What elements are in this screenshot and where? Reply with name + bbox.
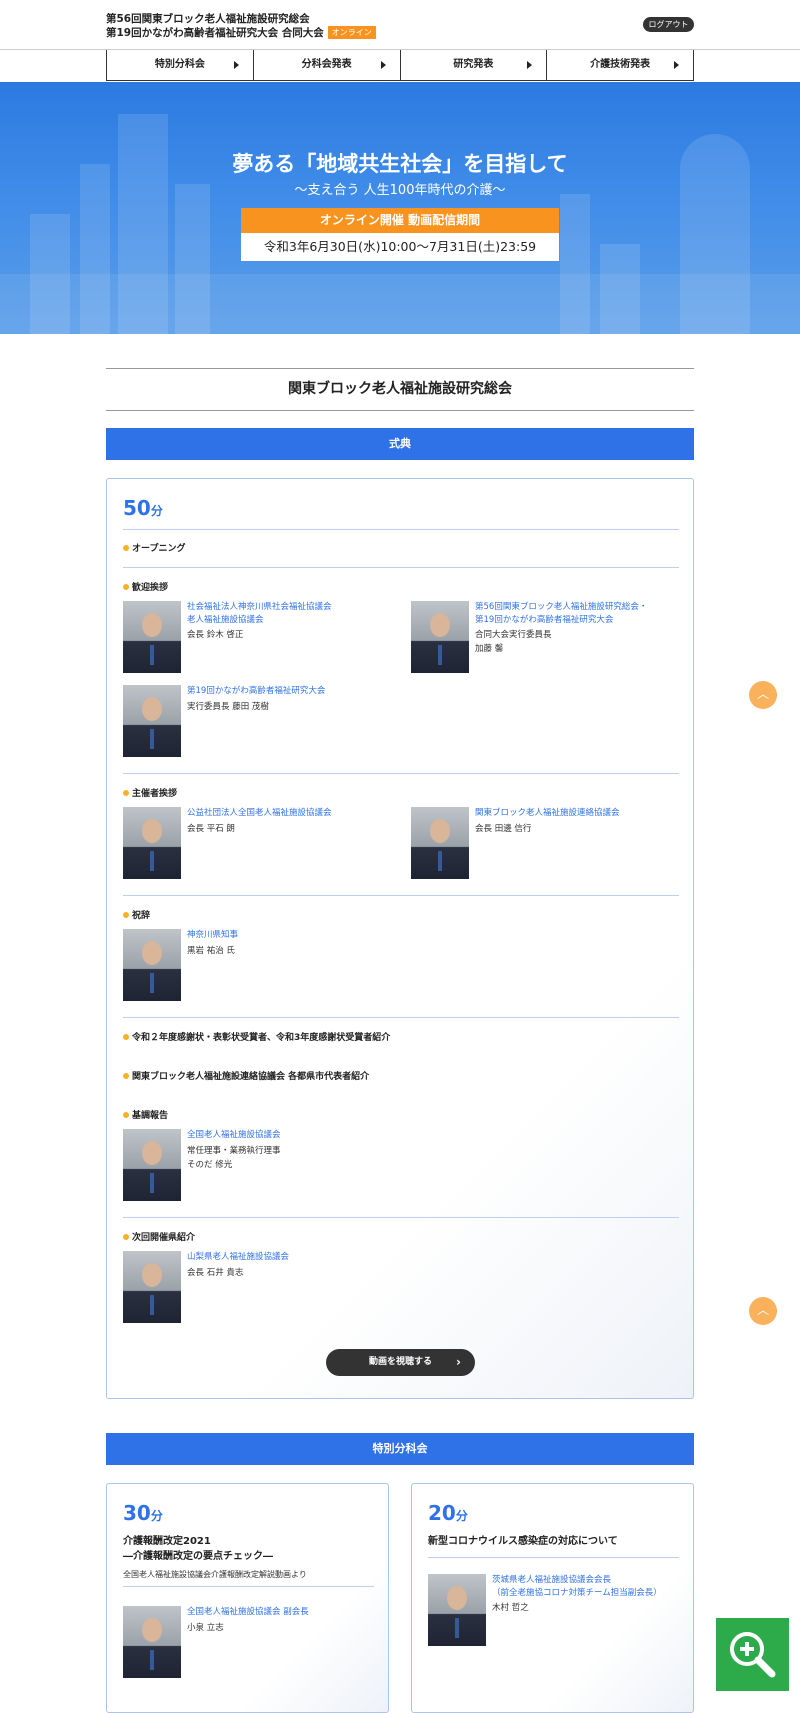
speaker-name: 木村 哲之 [492,1603,529,1613]
chevron-up-icon: ︿ [756,1303,769,1317]
representatives-label: 関東ブロック老人福祉施設連絡協議会 各都県市代表者紹介 [123,1069,369,1082]
next-host-label: 次回開催県紹介 [123,1230,195,1243]
keynote-label: 基調報告 [123,1108,168,1121]
speaker-org[interactable]: 山梨県老人福祉施設協議会 [187,1251,289,1264]
duration-number: 30 [123,1501,151,1525]
speaker-org[interactable]: 神奈川県知事 [187,929,238,942]
chevron-up-icon: ︿ [756,687,769,701]
speaker-org[interactable]: 全国老人福祉施設協議会 副会長 [187,1606,309,1619]
duration-unit: 分 [150,504,163,518]
duration-number: 50 [123,496,151,520]
speaker-org[interactable]: 第19回かながわ高齢者福祉研究大会 [187,685,325,698]
speaker-photo [123,1251,181,1323]
speaker-org[interactable]: 関東ブロック老人福祉施設連絡協議会 [475,807,620,820]
speaker-photo [123,601,181,673]
speaker-photo [123,1129,181,1201]
card2-duration: 20分 [428,1501,468,1525]
speaker-photo [123,929,181,1001]
speaker-photo [411,601,469,673]
divider [428,1557,679,1558]
online-badge: オンライン [327,26,376,39]
section-title: 関東ブロック老人福祉施設研究総会 [106,368,694,411]
nav-item-research-presentations[interactable]: 研究発表 [400,50,548,81]
awards-label: 令和２年度感謝状・表彰状受賞者、令和3年度感謝状受賞者紹介 [123,1030,390,1043]
speaker-org[interactable]: 茨城県老人福祉施設協議会会長 （前全老施協コロナ対策チーム担当副会長） [492,1574,662,1600]
speaker-org[interactable]: 公益社団法人全国老人福祉施設協議会 [187,807,332,820]
speaker-photo [123,807,181,879]
hero-title: 夢ある「地域共生社会」を目指して [232,152,568,176]
special-session-card-2: 20分 新型コロナウイルス感染症の対応について 茨城県老人福祉施設協議会会長 （… [411,1483,694,1713]
speaker-photo [123,685,181,757]
nav-item-session-presentations[interactable]: 分科会発表 [253,50,401,81]
scroll-top-button[interactable]: ︿ [749,681,777,709]
opening-label: オープニング [123,541,185,554]
divider [123,1586,374,1587]
zoom-in-button[interactable] [716,1618,789,1691]
welcome-label: 歓迎挨拶 [123,580,168,593]
nav-item-special-session[interactable]: 特別分科会 [107,50,254,81]
host-label: 主催者挨拶 [123,786,177,799]
card1-title: 介護報酬改定2021 ―介護報酬改定の要点チェック― [123,1536,273,1562]
card1-duration: 30分 [123,1501,163,1525]
special-session-bar: 特別分科会 [106,1433,694,1465]
speaker-name: 会長 田邊 信行 [475,824,532,834]
scroll-top-button[interactable]: ︿ [749,1297,777,1325]
speaker-name: 実行委員長 藤田 茂樹 [187,702,269,712]
hero-period-dates: 令和3年6月30日(水)10:00〜7月31日(土)23:59 [241,233,559,261]
card2-title: 新型コロナウイルス感染症の対応について [428,1536,618,1547]
speaker-name: 会長 平石 朗 [187,824,235,834]
watch-video-button[interactable]: 動画を視聴する [326,1349,475,1376]
speaker-org[interactable]: 第56回関東ブロック老人福祉施設研究総会・ 第19回かながわ高齢者福祉研究大会 [475,601,647,627]
speaker-name: 会長 鈴木 啓正 [187,630,244,640]
speaker-photo [123,1606,181,1678]
divider [123,567,679,568]
special-session-card-1: 30分 介護報酬改定2021 ―介護報酬改定の要点チェック― 全国老人福祉施設協… [106,1483,389,1713]
ceremony-duration: 50分 [123,496,163,520]
speaker-name: 会長 石井 貴志 [187,1268,244,1278]
duration-unit: 分 [455,1509,468,1523]
ceremony-bar: 式典 [106,428,694,460]
duration-number: 20 [428,1501,456,1525]
header-title-line2-text: 第19回かながわ高齢者福祉研究大会 合同大会 [106,27,324,39]
speaker-org[interactable]: 全国老人福祉施設協議会 [187,1129,281,1142]
card1-note: 全国老人福祉施設協議会介護報酬改定解説動画より [123,1570,307,1579]
divider [123,1217,679,1218]
site-header: 第56回関東ブロック老人福祉施設研究総会 第19回かながわ高齢者福祉研究大会 合… [0,0,800,50]
header-title-line1: 第56回関東ブロック老人福祉施設研究総会 [106,13,310,25]
speaker-org[interactable]: 社会福祉法人神奈川県社会福祉協議会 老人福祉施設協議会 [187,601,332,627]
nav-item-care-technique[interactable]: 介護技術発表 [547,50,694,81]
divider [123,1017,679,1018]
speaker-name: 合同大会実行委員長 加藤 馨 [475,630,552,654]
hero-period-label: オンライン開催 動画配信期間 [241,208,559,233]
hero-banner: 夢ある「地域共生社会」を目指して 〜支え合う 人生100年時代の介護〜 オンライ… [0,82,800,334]
duration-unit: 分 [150,1509,163,1523]
speaker-name: 常任理事・業務執行理事 そのだ 修光 [187,1146,281,1170]
speaker-name: 黒岩 祐治 氏 [187,946,235,956]
divider [123,895,679,896]
skyline-ground [0,274,800,334]
ceremony-card: 50分 オープニング 歓迎挨拶 社会福祉法人神奈川県社会福祉協議会 老人福祉施設… [106,478,694,1399]
header-title-line2: 第19回かながわ高齢者福祉研究大会 合同大会 オンライン [106,25,376,40]
divider [123,773,679,774]
speaker-name: 小泉 立志 [187,1623,224,1633]
speaker-photo [428,1574,486,1646]
logout-button[interactable]: ログアウト [643,17,694,32]
main-nav: 特別分科会 分科会発表 研究発表 介護技術発表 [106,50,694,81]
congrats-label: 祝辞 [123,908,150,921]
speaker-photo [411,807,469,879]
zoom-in-icon [730,1632,776,1678]
hero-subtitle: 〜支え合う 人生100年時代の介護〜 [294,183,506,198]
divider [123,529,679,530]
